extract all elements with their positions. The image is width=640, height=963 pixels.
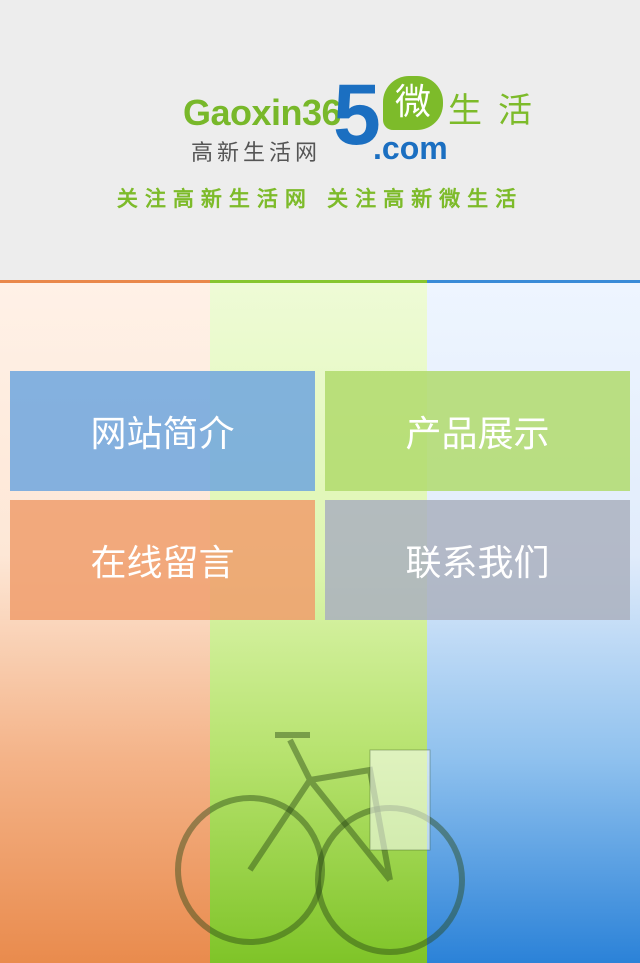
site-logo[interactable]: Gaoxin36 5 .com 高新生活网 微 生活 [183, 72, 563, 173]
menu-button-label: 网站简介 [90, 414, 235, 455]
logo-bubble-icon: 微 [383, 76, 443, 130]
menu-button-products[interactable]: 产品展示 [325, 371, 630, 491]
menu-button-message[interactable]: 在线留言 [10, 500, 315, 620]
bicycle-illustration [175, 732, 465, 955]
logo-com-text: .com [373, 130, 448, 166]
header: Gaoxin36 5 .com 高新生活网 微 生活 关注高新生活网 关注高新微… [0, 0, 640, 280]
slogan: 关注高新生活网 关注高新微生活 [116, 187, 524, 211]
logo-chinese-text: 高新生活网 [191, 141, 322, 166]
menu-button-contact[interactable]: 联系我们 [325, 500, 630, 620]
logo-life-text: 生活 [448, 91, 548, 131]
menu-button-about[interactable]: 网站简介 [10, 371, 315, 491]
menu-button-label: 联系我们 [405, 543, 550, 584]
logo-english-text: Gaoxin36 [183, 92, 342, 133]
menu-button-label: 在线留言 [90, 543, 235, 584]
menu-button-label: 产品展示 [405, 414, 550, 455]
